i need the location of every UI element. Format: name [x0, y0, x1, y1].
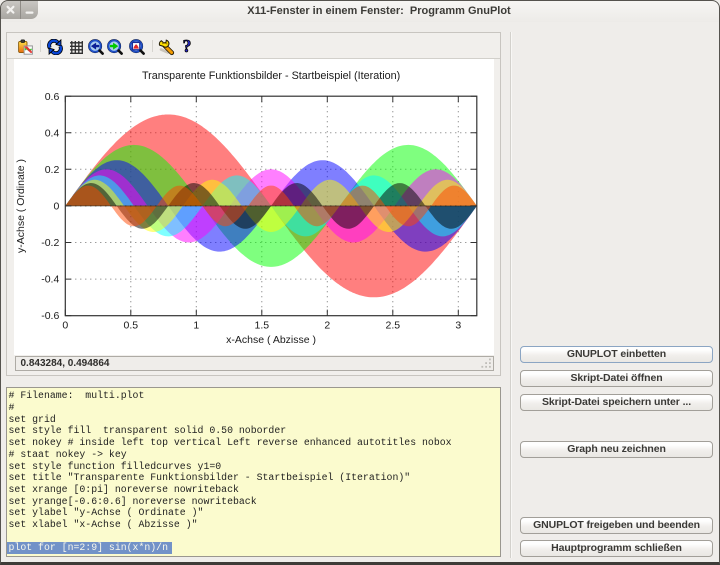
svg-text:-0.4: -0.4: [41, 274, 59, 286]
svg-text:0: 0: [53, 201, 59, 213]
svg-text:0: 0: [62, 320, 68, 332]
svg-text:-0.2: -0.2: [41, 237, 59, 249]
svg-text:1: 1: [193, 320, 199, 332]
svg-text:Transparente Funktionsbilder -: Transparente Funktionsbilder - Startbeis…: [142, 70, 400, 82]
svg-text:0.4: 0.4: [45, 127, 60, 139]
svg-text:x-Achse ( Abzisse ): x-Achse ( Abzisse ): [226, 334, 316, 346]
svg-text:1.5: 1.5: [254, 320, 269, 332]
svg-text:y-Achse ( Ordinate ): y-Achse ( Ordinate ): [15, 159, 27, 253]
svg-text:2.5: 2.5: [385, 320, 400, 332]
svg-text:-0.6: -0.6: [41, 310, 59, 322]
svg-text:0.2: 0.2: [45, 164, 60, 176]
svg-text:?: ?: [182, 38, 191, 55]
svg-text:0.5: 0.5: [123, 320, 138, 332]
svg-text:3: 3: [455, 320, 461, 332]
svg-text:0.6: 0.6: [45, 91, 60, 103]
svg-text:2: 2: [324, 320, 330, 332]
